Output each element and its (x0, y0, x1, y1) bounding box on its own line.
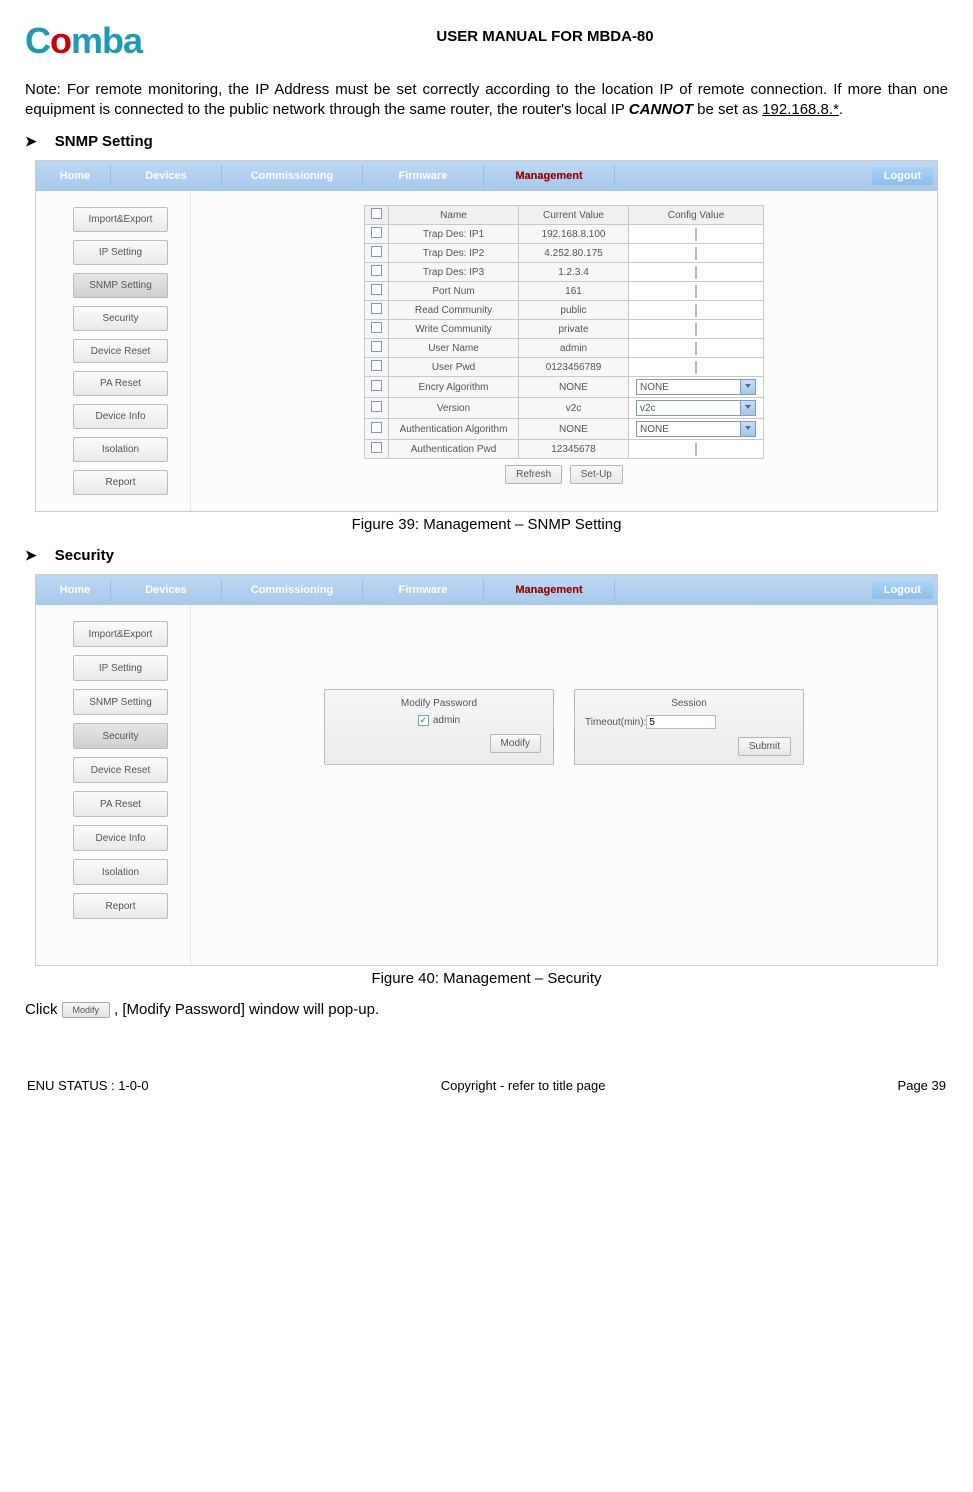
config-input[interactable] (695, 228, 697, 241)
checkbox-all[interactable] (371, 208, 382, 219)
modify-button-inline: Modify (62, 1002, 111, 1018)
sidebar-item-import-export[interactable]: Import&Export (73, 621, 168, 647)
timeout-label: Timeout(min): (585, 717, 646, 728)
figure-caption-39: Figure 39: Management – SNMP Setting (25, 516, 948, 533)
snmp-table: Name Current Value Config Value Trap Des… (364, 205, 764, 459)
config-input[interactable] (695, 342, 697, 355)
logout-button[interactable]: Logout (872, 581, 933, 599)
config-input[interactable] (695, 266, 697, 279)
modify-button[interactable]: Modify (490, 734, 541, 753)
checkbox[interactable] (371, 401, 382, 412)
sidebar-item-isolation[interactable]: Isolation (73, 859, 168, 885)
nav-devices[interactable]: Devices (111, 584, 221, 596)
setup-button[interactable]: Set-Up (570, 465, 623, 484)
nav-commissioning[interactable]: Commissioning (222, 584, 362, 596)
config-input[interactable] (695, 247, 697, 260)
screenshot-security: Home Devices Commissioning Firmware Mana… (35, 574, 938, 966)
config-select[interactable]: NONE (636, 379, 756, 395)
checkbox[interactable] (371, 380, 382, 391)
sidebar-item-report[interactable]: Report (73, 470, 168, 495)
admin-label: admin (433, 715, 460, 726)
checkbox[interactable] (371, 227, 382, 238)
footer-copyright: Copyright - refer to title page (441, 1078, 606, 1093)
timeout-input[interactable] (646, 715, 716, 729)
col-current: Current Value (519, 206, 629, 225)
nav-devices[interactable]: Devices (111, 170, 221, 182)
note-paragraph: Note: For remote monitoring, the IP Addr… (25, 80, 948, 119)
sidebar-item-device-info[interactable]: Device Info (73, 825, 168, 851)
checkbox[interactable] (371, 303, 382, 314)
click-instruction: Click Modify , [Modify Password] window … (25, 1001, 948, 1018)
sidebar-item-pa-reset[interactable]: PA Reset (73, 791, 168, 817)
checkbox[interactable] (371, 265, 382, 276)
sidebar-item-ip-setting[interactable]: IP Setting (73, 240, 168, 265)
figure-caption-40: Figure 40: Management – Security (25, 970, 948, 987)
config-input[interactable] (695, 304, 697, 317)
config-input[interactable] (695, 361, 697, 374)
nav-firmware[interactable]: Firmware (363, 170, 483, 182)
config-input[interactable] (695, 323, 697, 336)
sidebar-item-isolation[interactable]: Isolation (73, 437, 168, 462)
nav-commissioning[interactable]: Commissioning (222, 170, 362, 182)
sidebar-item-snmp-setting[interactable]: SNMP Setting (73, 273, 168, 298)
checkbox[interactable] (371, 284, 382, 295)
col-config: Config Value (629, 206, 764, 225)
checkbox[interactable] (371, 341, 382, 352)
config-input[interactable] (695, 285, 697, 298)
refresh-button[interactable]: Refresh (505, 465, 562, 484)
section-heading-snmp: SNMP Setting (55, 133, 153, 150)
sidebar-item-device-info[interactable]: Device Info (73, 404, 168, 429)
sidebar-item-ip-setting[interactable]: IP Setting (73, 655, 168, 681)
chevron-right-icon: ➤ (25, 547, 37, 564)
chevron-right-icon: ➤ (25, 133, 37, 150)
sidebar-item-device-reset[interactable]: Device Reset (73, 339, 168, 364)
session-panel: Session Timeout(min): Submit (574, 689, 804, 765)
checkbox[interactable] (371, 360, 382, 371)
logo: Comba (25, 20, 142, 62)
config-select[interactable]: v2c (636, 400, 756, 416)
checkbox[interactable] (371, 246, 382, 257)
nav-management[interactable]: Management (484, 584, 614, 596)
section-heading-security: Security (55, 547, 114, 564)
panel-title: Modify Password (335, 698, 543, 709)
doc-title: USER MANUAL FOR MBDA-80 (142, 20, 948, 45)
sidebar-item-security[interactable]: Security (73, 723, 168, 749)
admin-checkbox[interactable]: ✓ (418, 715, 429, 726)
nav-firmware[interactable]: Firmware (363, 584, 483, 596)
sidebar-item-import-export[interactable]: Import&Export (73, 207, 168, 232)
checkbox[interactable] (371, 442, 382, 453)
sidebar-item-security[interactable]: Security (73, 306, 168, 331)
checkbox[interactable] (371, 322, 382, 333)
col-name: Name (389, 206, 519, 225)
nav-home[interactable]: Home (40, 170, 110, 182)
panel-title: Session (585, 698, 793, 709)
config-select[interactable]: NONE (636, 421, 756, 437)
sidebar-item-snmp-setting[interactable]: SNMP Setting (73, 689, 168, 715)
footer-page: Page 39 (898, 1078, 946, 1093)
nav-home[interactable]: Home (40, 584, 110, 596)
screenshot-snmp: Home Devices Commissioning Firmware Mana… (35, 160, 938, 512)
footer-status: ENU STATUS : 1-0-0 (27, 1078, 149, 1093)
sidebar-item-pa-reset[interactable]: PA Reset (73, 371, 168, 396)
submit-button[interactable]: Submit (738, 737, 791, 756)
nav-management[interactable]: Management (484, 170, 614, 182)
sidebar-item-device-reset[interactable]: Device Reset (73, 757, 168, 783)
config-input[interactable] (695, 443, 697, 456)
modify-password-panel: Modify Password ✓ admin Modify (324, 689, 554, 765)
checkbox[interactable] (371, 422, 382, 433)
logout-button[interactable]: Logout (872, 167, 933, 185)
sidebar-item-report[interactable]: Report (73, 893, 168, 919)
